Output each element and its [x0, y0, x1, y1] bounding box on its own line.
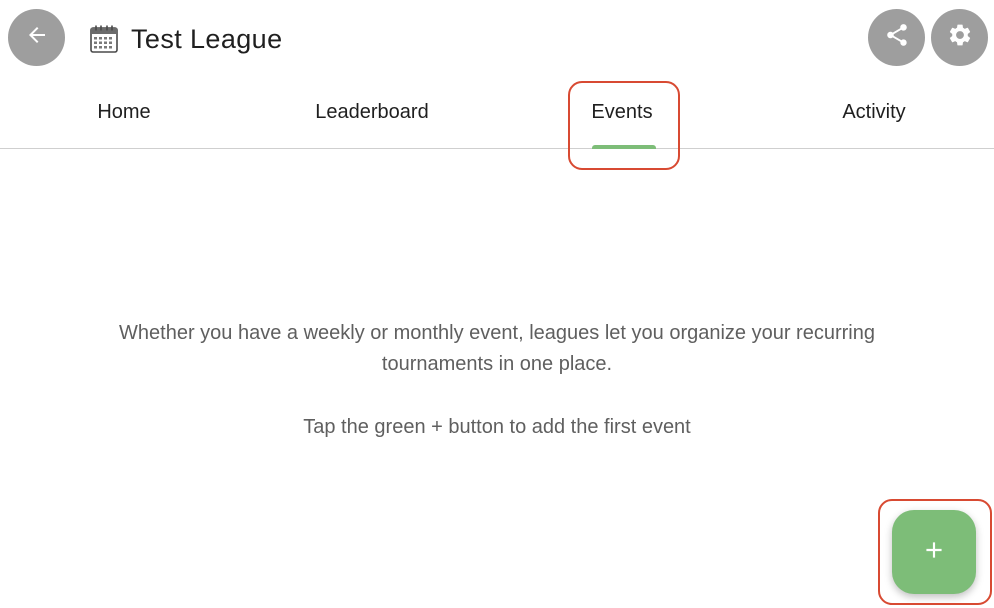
calendar-icon [89, 24, 119, 54]
league-screen: Test League Home Leaderboard Events Acti… [0, 0, 994, 608]
events-tab-highlight [568, 81, 680, 170]
add-event-highlight [878, 499, 992, 605]
page-title: Test League [131, 23, 283, 54]
gear-icon [947, 22, 973, 53]
settings-button[interactable] [931, 9, 988, 66]
tab-activity[interactable]: Activity [750, 78, 994, 148]
share-button[interactable] [868, 9, 925, 66]
share-icon [884, 22, 910, 53]
arrow-left-icon [25, 23, 49, 52]
tab-leaderboard[interactable]: Leaderboard [248, 78, 496, 148]
empty-state-hint: Tap the green + button to add the first … [303, 416, 691, 438]
empty-state-message: Whether you have a weekly or monthly eve… [119, 322, 875, 375]
empty-state: Whether you have a weekly or monthly eve… [0, 318, 994, 443]
tab-bar: Home Leaderboard Events Activity [0, 78, 994, 149]
tab-home[interactable]: Home [0, 78, 248, 148]
page-header-title: Test League [89, 20, 283, 58]
back-button[interactable] [8, 9, 65, 66]
